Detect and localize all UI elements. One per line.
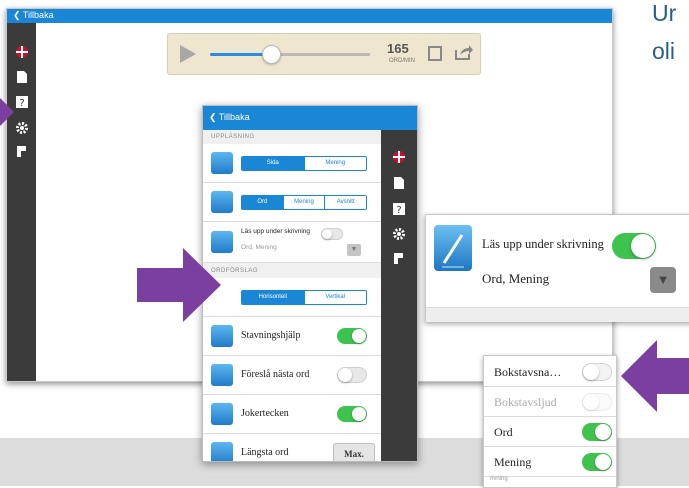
row-stavningshjalp: Stavningshjälp [203, 317, 381, 356]
option-row: Mening [484, 448, 616, 477]
option-row: Ord [484, 418, 616, 447]
play-icon[interactable] [180, 45, 196, 63]
help-icon[interactable]: ? [15, 95, 29, 109]
bokstavsljud-toggle[interactable] [582, 393, 612, 411]
sidebar: ? [7, 23, 36, 381]
row-jokertecken: Jokertecken [203, 395, 381, 434]
read-while-writing-label: Läs upp under skrivning [241, 228, 311, 235]
row-read-while-writing: Läs upp under skrivning Ord, Mening ▼ [203, 222, 381, 263]
truncated-text: rivning [490, 476, 508, 482]
row-foresla-nasta-ord: Föreslå nästa ord [203, 356, 381, 395]
audio-player: 165 ORD/MIN [167, 33, 481, 75]
option-label: Bokstavsna… [494, 365, 562, 379]
zoom-footer [426, 307, 689, 322]
document-icon[interactable] [392, 176, 406, 190]
segment-ord[interactable]: Ord [242, 196, 284, 209]
option-row: Bokstavsna… [484, 358, 616, 387]
top-bar: ❮ Tillbaka [7, 9, 612, 23]
jokertecken-toggle[interactable] [337, 406, 367, 422]
row-word-sentence-section: Ord Mening Avsnitt [203, 183, 381, 222]
panel-top-bar: ❮ Tillbaka [203, 106, 417, 130]
option-label: Bokstavsljud [494, 395, 557, 409]
section-header-uppläsning: UPPLÄSNING [211, 134, 255, 140]
dropdown-button[interactable]: ▼ [347, 244, 361, 256]
segment-vertikal[interactable]: Vertikal [304, 291, 366, 304]
help-icon[interactable]: ? [392, 202, 406, 216]
panel-back-button[interactable]: ❮ Tillbaka [209, 112, 250, 123]
flag-icon[interactable] [15, 45, 29, 59]
gear-icon[interactable] [392, 227, 406, 241]
copy-icon[interactable] [392, 252, 406, 266]
settings-panel: ❮ Tillbaka ? UPPLÄSNING Sida Mening Ord [202, 105, 418, 462]
row-label: Föreslå nästa ord [241, 369, 310, 380]
row-orientation: Horisontell Vertikal [203, 278, 381, 317]
row-page-sentence: Sida Mening [203, 144, 381, 183]
read-while-writing-value: Ord, Mening [241, 244, 277, 251]
back-button[interactable]: ❮ Tillbaka [13, 10, 54, 21]
gear-icon[interactable] [15, 121, 29, 135]
max-button[interactable]: Max. [333, 443, 375, 461]
pointer-arrow-right [137, 248, 221, 322]
star-icon [211, 191, 233, 213]
zoom-read-while-writing: Läs upp under skrivning Ord, Mening ▼ [425, 214, 689, 322]
speed-value: 165 [387, 41, 409, 56]
list-icon[interactable] [428, 46, 442, 61]
document-icon[interactable] [15, 70, 29, 84]
zoom-letter-options: Bokstavsna… Bokstavsljud Ord Mening rivn… [483, 355, 617, 488]
segment-sida[interactable]: Sida [242, 157, 305, 170]
panel-back-label: Tillbaka [218, 112, 250, 122]
speech-bubble-icon [211, 152, 233, 174]
zoom-dropdown-button[interactable]: ▼ [650, 267, 676, 293]
segmented-orientation[interactable]: Horisontell Vertikal [241, 290, 367, 305]
segmented-word-sentence-section[interactable]: Ord Mening Avsnitt [241, 195, 367, 210]
list-lines-icon [211, 364, 233, 386]
chevron-left-icon: ❮ [13, 10, 21, 20]
read-while-writing-toggle[interactable] [321, 228, 343, 240]
corner-text-line1: Ur [652, 0, 677, 26]
corner-text-line2: oli [652, 38, 676, 64]
row-label: Stavningshjälp [241, 330, 301, 341]
option-row: Bokstavsljud [484, 388, 616, 417]
segmented-page-sentence[interactable]: Sida Mening [241, 156, 367, 171]
arrows-icon [211, 442, 233, 461]
pointer-arrow-left [621, 340, 689, 412]
bokstavsnamn-toggle[interactable] [582, 363, 612, 381]
row-label: Jokertecken [241, 408, 289, 419]
star-icon [211, 403, 233, 425]
pointer-arrow-left-edge [0, 98, 14, 126]
speed-slider-knob[interactable] [262, 45, 281, 64]
zoom-read-while-writing-toggle[interactable] [612, 233, 656, 259]
segment-horisontell[interactable]: Horisontell [242, 291, 305, 304]
zoom-read-while-writing-value: Ord, Mening [482, 271, 550, 286]
panel-sidebar: ? [381, 130, 417, 461]
mening-toggle[interactable] [582, 453, 612, 471]
arrows-icon [211, 325, 233, 347]
svg-text:?: ? [19, 98, 24, 109]
option-label: Ord [494, 425, 513, 439]
svg-text:?: ? [396, 205, 401, 216]
row-label: Längsta ord [241, 447, 289, 458]
zoom-read-while-writing-label: Läs upp under skrivning [482, 237, 604, 251]
speed-unit: ORD/MIN [389, 58, 415, 64]
segment-mening[interactable]: Mening [304, 157, 366, 170]
segment-mening[interactable]: Mening [283, 196, 326, 209]
flag-icon[interactable] [392, 150, 406, 164]
back-label: Tillbaka [22, 10, 54, 20]
row-langsta-ord: Längsta ord Max. [203, 434, 381, 461]
ord-toggle[interactable] [582, 423, 612, 441]
foresla-nasta-ord-toggle[interactable] [337, 367, 367, 383]
speed-slider-fill [210, 53, 268, 56]
stavningshjalp-toggle[interactable] [337, 328, 367, 344]
chevron-left-icon: ❮ [209, 112, 217, 122]
share-icon[interactable] [454, 44, 474, 65]
pen-icon [434, 225, 472, 271]
copy-icon[interactable] [15, 145, 29, 159]
option-label: Mening [494, 455, 532, 469]
segment-avsnitt[interactable]: Avsnitt [325, 196, 366, 209]
